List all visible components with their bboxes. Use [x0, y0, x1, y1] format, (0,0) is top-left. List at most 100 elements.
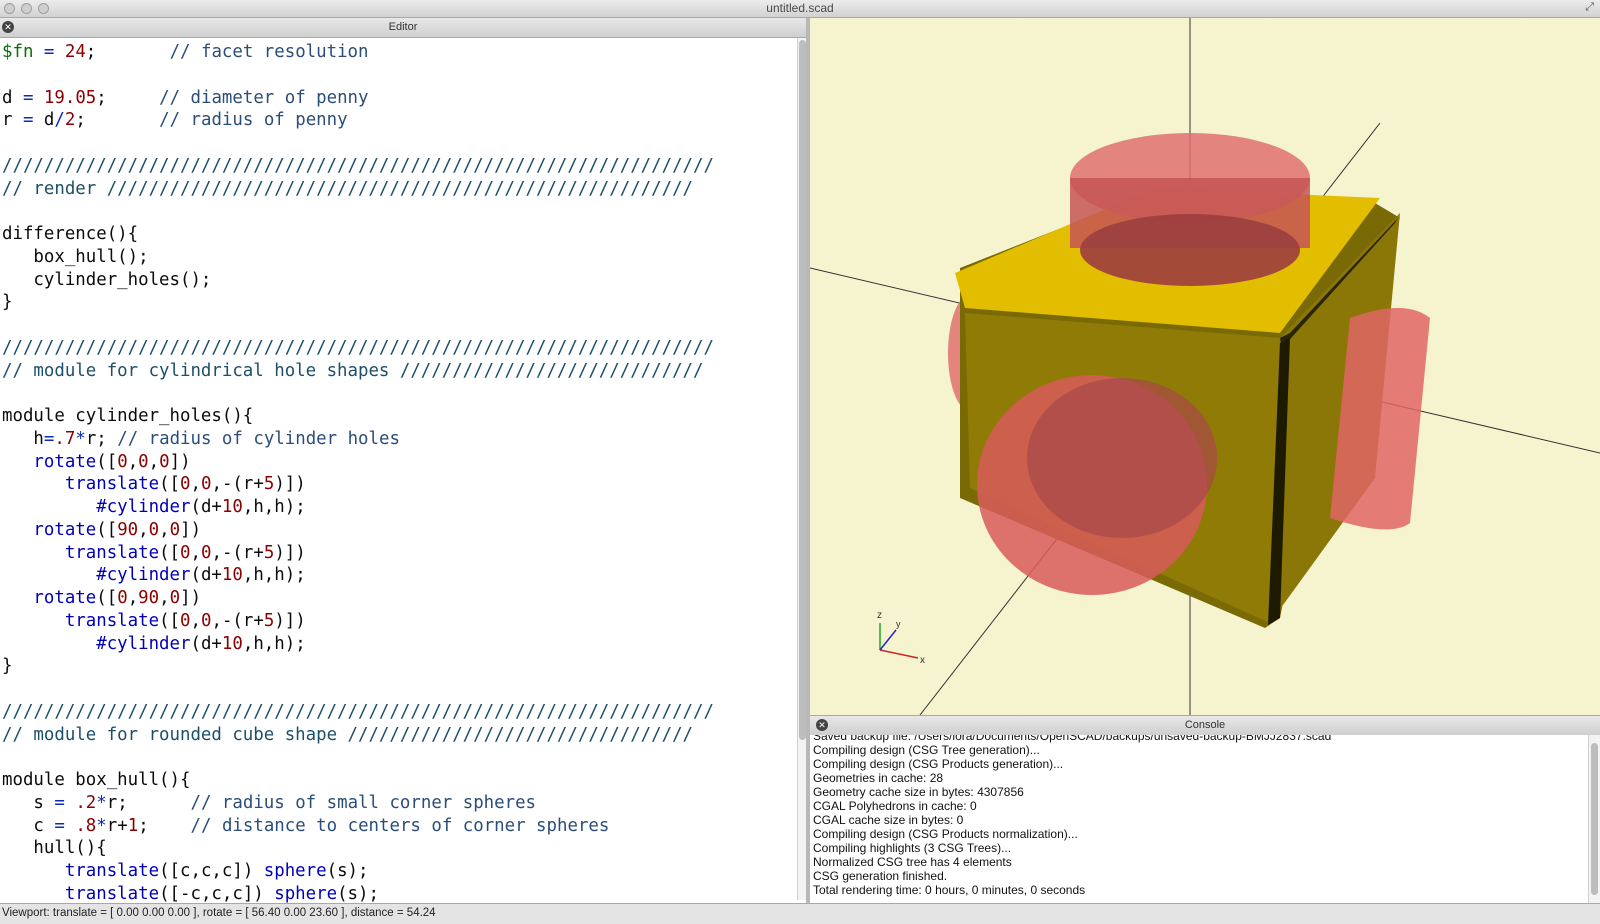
code-token: c	[2, 815, 55, 836]
code-token: d	[43, 110, 55, 131]
code-token: translate	[64, 861, 160, 881]
console-output[interactable]: Saved backup file: /Users/lora/Documents…	[810, 735, 1588, 903]
code-token: }	[2, 656, 13, 677]
code-line[interactable]	[2, 132, 714, 155]
code-token: }	[2, 292, 13, 313]
code-line[interactable]: hull(){	[2, 837, 714, 860]
console-line: Compiling design (CSG Products normaliza…	[813, 827, 1078, 841]
code-token: // radius of penny	[159, 110, 348, 131]
code-line[interactable]	[2, 678, 714, 701]
code-line[interactable]: module box_hull(){	[2, 769, 714, 792]
code-token: difference(){	[2, 224, 139, 244]
code-editor[interactable]: $fn = 24; // facet resolution d = 19.05; …	[2, 41, 714, 906]
code-line[interactable]: cylinder_holes();	[2, 269, 714, 292]
code-line[interactable]	[2, 64, 714, 87]
code-token: ([	[159, 474, 181, 495]
code-token: $fn	[2, 42, 34, 62]
code-token: ,h,h);	[242, 497, 306, 517]
code-token: =	[33, 42, 65, 62]
code-line[interactable]: r = d/2; // radius of penny	[2, 109, 714, 132]
console-line: CGAL cache size in bytes: 0	[813, 813, 964, 827]
code-line[interactable]: rotate([0,90,0])	[2, 587, 714, 610]
code-line[interactable]	[2, 746, 714, 769]
code-token: 0	[180, 474, 191, 495]
code-line[interactable]: module cylinder_holes(){	[2, 405, 714, 428]
code-token: .7	[54, 428, 76, 449]
code-token: (s);	[326, 861, 369, 881]
fullscreen-icon[interactable]: ⤢	[1585, 1, 1594, 14]
code-line[interactable]: ////////////////////////////////////////…	[2, 337, 714, 360]
code-token: 0	[180, 610, 191, 631]
code-line[interactable]: rotate([90,0,0])	[2, 519, 714, 542]
code-token: 0	[159, 451, 170, 472]
window-title: untitled.scad	[766, 1, 834, 15]
code-line[interactable]: translate([0,0,-(r+5)])	[2, 542, 714, 565]
code-token: ,	[190, 474, 201, 495]
code-token: ,	[148, 451, 160, 472]
code-line[interactable]: s = .2*r; // radius of small corner sphe…	[2, 792, 714, 815]
code-line[interactable]	[2, 314, 714, 337]
code-token: #cylinder	[96, 565, 191, 586]
code-line[interactable]	[2, 200, 714, 223]
code-token: ])	[180, 588, 202, 608]
editor-scroll-thumb[interactable]	[799, 40, 806, 740]
code-token: 5	[263, 610, 275, 631]
code-line[interactable]: difference(){	[2, 223, 714, 246]
console-line: Total rendering time: 0 hours, 0 minutes…	[813, 883, 1086, 897]
console-close-icon[interactable]: ✕	[816, 719, 828, 731]
code-token: ,-(r+	[211, 610, 264, 631]
console-scrollbar[interactable]	[1588, 735, 1600, 903]
code-token: s	[2, 792, 55, 813]
code-token: h	[2, 428, 44, 449]
code-token: rotate	[33, 519, 97, 540]
code-token: r;	[106, 792, 191, 813]
code-line[interactable]: translate([0,0,-(r+5)])	[2, 610, 714, 633]
code-token: =	[12, 110, 44, 131]
code-token: 0	[138, 451, 149, 472]
code-token: )])	[274, 542, 306, 563]
code-token: 1	[127, 815, 139, 836]
console-line: Normalized CSG tree has 4 elements	[813, 855, 1012, 869]
code-line[interactable]: // module for rounded cube shape ///////…	[2, 724, 714, 747]
code-line[interactable]: #cylinder(d+10,h,h);	[2, 496, 714, 519]
code-line[interactable]: #cylinder(d+10,h,h);	[2, 564, 714, 587]
code-token: ,	[190, 610, 201, 631]
code-line[interactable]: }	[2, 291, 714, 314]
code-line[interactable]: translate([0,0,-(r+5)])	[2, 473, 714, 496]
console-header: ✕ Console	[810, 715, 1600, 736]
code-token: .2	[64, 792, 97, 813]
code-token: ,-(r+	[211, 542, 264, 563]
code-line[interactable]: rotate([0,0,0])	[2, 451, 714, 474]
code-line[interactable]: // render //////////////////////////////…	[2, 178, 714, 201]
code-line[interactable]: $fn = 24; // facet resolution	[2, 41, 714, 64]
code-line[interactable]: ////////////////////////////////////////…	[2, 701, 714, 724]
code-token: ])	[169, 451, 191, 472]
code-line[interactable]: ////////////////////////////////////////…	[2, 155, 714, 178]
code-line[interactable]: d = 19.05; // diameter of penny	[2, 87, 714, 110]
editor-close-icon[interactable]: ✕	[2, 21, 14, 33]
code-line[interactable]: // module for cylindrical hole shapes //…	[2, 360, 714, 383]
code-token: 10	[221, 633, 243, 654]
code-line[interactable]: }	[2, 655, 714, 678]
console-scroll-thumb[interactable]	[1591, 743, 1598, 895]
code-line[interactable]: translate([c,c,c]) sphere(s);	[2, 860, 714, 883]
console-line: Compiling highlights (3 CSG Trees)...	[813, 841, 1012, 855]
code-token: ,h,h);	[242, 633, 306, 654]
code-token: 24	[64, 42, 86, 62]
code-line[interactable]	[2, 382, 714, 405]
editor-title: Editor	[388, 21, 418, 33]
console-title: Console	[1184, 719, 1226, 731]
code-line[interactable]: h=.7*r; // radius of cylinder holes	[2, 428, 714, 451]
code-line[interactable]: #cylinder(d+10,h,h);	[2, 633, 714, 656]
code-line[interactable]: c = .8*r+1; // distance to centers of co…	[2, 815, 714, 838]
code-token: translate	[64, 610, 160, 631]
code-token: 19.05	[43, 87, 97, 108]
code-token: ;	[75, 110, 160, 131]
3d-viewport[interactable]: z y x	[810, 18, 1600, 715]
code-line[interactable]: box_hull();	[2, 246, 714, 269]
